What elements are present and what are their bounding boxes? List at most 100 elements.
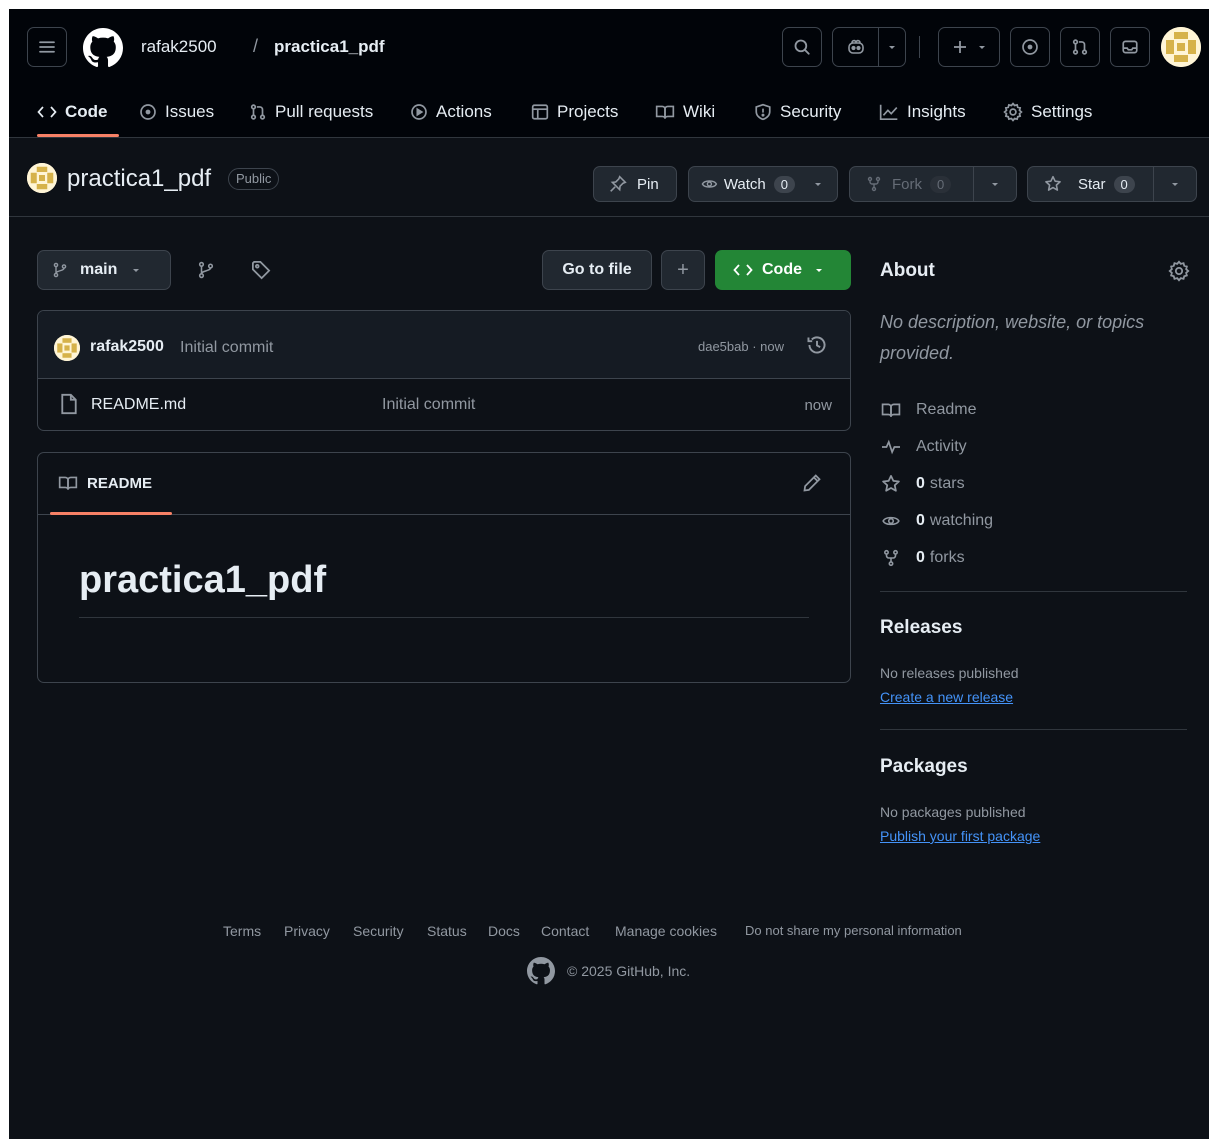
header-divider xyxy=(919,36,920,58)
readme-panel: README practica1_pdf xyxy=(37,452,851,683)
chevron-down-icon xyxy=(1172,183,1178,186)
github-logo-icon[interactable] xyxy=(527,957,555,985)
copyright-text: © 2025 GitHub, Inc. xyxy=(567,963,691,979)
commit-hash-time[interactable]: dae5bab · now xyxy=(698,339,784,354)
star-button[interactable]: Star 0 xyxy=(1027,166,1197,202)
footer-link-privacy[interactable]: Privacy xyxy=(284,923,330,939)
tags-link[interactable] xyxy=(248,259,274,281)
issues-button[interactable] xyxy=(1010,27,1050,67)
repo-name-link[interactable]: practica1_pdf xyxy=(274,37,385,57)
footer-link-manage-cookies[interactable]: Manage cookies xyxy=(615,923,717,939)
book-icon xyxy=(881,403,901,417)
releases-heading[interactable]: Releases xyxy=(880,617,962,639)
owner-avatar[interactable] xyxy=(27,163,57,193)
tab-security[interactable]: Security xyxy=(754,87,841,137)
commit-author-avatar[interactable] xyxy=(54,335,80,361)
owner-link[interactable]: rafak2500 xyxy=(141,37,217,57)
readme-tab-label: README xyxy=(87,474,153,492)
active-tab-indicator xyxy=(37,134,119,137)
visibility-badge: Public xyxy=(228,168,280,190)
file-name[interactable]: README.md xyxy=(91,396,186,414)
pulse-icon xyxy=(882,439,900,455)
commit-message[interactable]: Initial commit xyxy=(180,339,273,357)
tab-label: Projects xyxy=(557,102,619,121)
pencil-icon[interactable] xyxy=(802,473,822,493)
footer-link-docs[interactable]: Docs xyxy=(488,923,520,939)
add-file-button[interactable]: + xyxy=(661,250,705,290)
user-avatar[interactable] xyxy=(1161,27,1201,67)
activity-link-label: Activity xyxy=(916,438,967,455)
watching-count: 0 xyxy=(916,512,925,529)
tab-label: Code xyxy=(65,102,108,121)
commit-author[interactable]: rafak2500 xyxy=(90,338,164,356)
sidebar-divider xyxy=(880,729,1187,730)
tab-wiki[interactable]: Wiki xyxy=(655,87,715,137)
github-repo-page: rafak2500 / practica1_pdf Code Issues Pu… xyxy=(9,9,1209,1139)
gear-icon[interactable] xyxy=(1168,260,1190,282)
pull-request-icon xyxy=(1072,39,1088,55)
tab-projects[interactable]: Projects xyxy=(531,87,618,137)
history-icon[interactable] xyxy=(806,334,828,356)
tab-code[interactable]: Code xyxy=(37,87,108,137)
star-label: Star xyxy=(1078,175,1106,193)
go-to-file-button[interactable]: Go to file xyxy=(542,250,652,290)
pull-requests-button[interactable] xyxy=(1060,27,1100,67)
watch-button[interactable]: Watch 0 xyxy=(688,166,838,202)
search-button[interactable] xyxy=(782,27,822,67)
code-dropdown-button[interactable]: Code xyxy=(715,250,851,290)
tab-actions[interactable]: Actions xyxy=(410,87,492,137)
chevron-down-icon xyxy=(133,269,140,272)
branch-selector[interactable]: main xyxy=(37,250,171,290)
file-commit-message[interactable]: Initial commit xyxy=(382,396,475,414)
branches-link[interactable] xyxy=(193,259,219,281)
copilot-button[interactable] xyxy=(832,27,906,67)
releases-empty-text: No releases published xyxy=(880,665,1019,681)
publish-package-link[interactable]: Publish your first package xyxy=(880,828,1040,844)
activity-link[interactable]: Activity xyxy=(880,435,967,459)
code-button-label: Code xyxy=(762,261,802,278)
branch-icon xyxy=(53,262,67,278)
readme-link[interactable]: Readme xyxy=(880,398,976,422)
repo-title-row: practica1_pdf Public Pin Watch 0 Fork 0 xyxy=(9,138,1209,217)
footer-link-status[interactable]: Status xyxy=(427,923,467,939)
watching-link[interactable]: 0 watching xyxy=(880,509,993,533)
table-row[interactable]: README.md Initial commit now xyxy=(38,379,850,430)
gear-icon xyxy=(1003,102,1023,122)
menu-button[interactable] xyxy=(27,27,67,67)
fork-label: Fork xyxy=(892,175,922,193)
branch-icon xyxy=(198,261,214,279)
fork-button[interactable]: Fork 0 xyxy=(849,166,1017,202)
create-release-link[interactable]: Create a new release xyxy=(880,689,1013,705)
github-logo-icon[interactable] xyxy=(83,28,123,68)
tab-label: Security xyxy=(780,102,842,121)
watching-label: watching xyxy=(929,512,994,529)
tab-issues[interactable]: Issues xyxy=(139,87,214,137)
inbox-button[interactable] xyxy=(1110,27,1150,67)
repo-title[interactable]: practica1_pdf xyxy=(67,165,211,193)
chevron-down-icon xyxy=(816,269,822,272)
create-new-button[interactable] xyxy=(938,27,1000,67)
packages-heading[interactable]: Packages xyxy=(880,756,968,778)
file-list: rafak2500 Initial commit dae5bab · now R… xyxy=(37,310,851,431)
tab-label: Settings xyxy=(1031,102,1093,121)
fork-count: 0 xyxy=(930,175,952,193)
footer-link-do-not-share[interactable]: Do not share my personal information xyxy=(745,923,962,938)
footer-link-contact[interactable]: Contact xyxy=(541,923,589,939)
stars-label: stars xyxy=(929,475,965,492)
tab-settings[interactable]: Settings xyxy=(1003,87,1092,137)
stars-count: 0 xyxy=(916,475,925,492)
eye-icon xyxy=(701,180,718,188)
readme-heading: practica1_pdf xyxy=(79,559,327,601)
tab-insights[interactable]: Insights xyxy=(879,87,966,137)
pin-button[interactable]: Pin xyxy=(593,166,677,202)
forks-link[interactable]: 0 forks xyxy=(880,546,965,570)
footer-link-terms[interactable]: Terms xyxy=(223,923,261,939)
about-heading: About xyxy=(880,260,935,281)
tab-pull-requests[interactable]: Pull requests xyxy=(249,87,373,137)
chevron-down-icon xyxy=(978,46,985,49)
footer-link-security[interactable]: Security xyxy=(353,923,404,939)
star-icon xyxy=(1045,175,1061,191)
readme-tab[interactable]: README xyxy=(58,474,152,492)
book-icon xyxy=(58,476,78,490)
stars-link[interactable]: 0 stars xyxy=(880,472,965,496)
